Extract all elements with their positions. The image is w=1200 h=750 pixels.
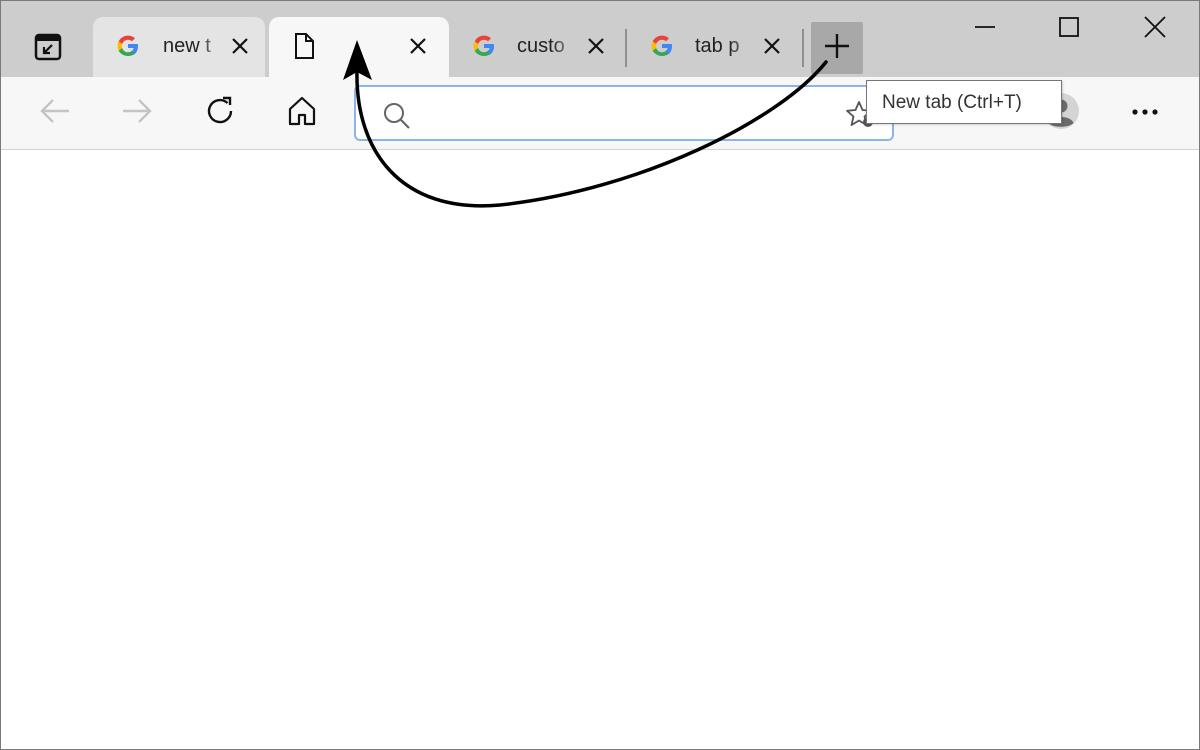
close-icon[interactable]: [581, 31, 611, 61]
forward-arrow-icon: [121, 97, 153, 130]
maximize-icon: [1058, 16, 1080, 43]
more-options-button[interactable]: [1123, 91, 1167, 135]
address-input[interactable]: [420, 97, 824, 131]
tab-strip: new t custo tab p: [1, 1, 1199, 77]
tab-tab-p[interactable]: tab p: [631, 17, 799, 77]
tab-title-fade: [551, 27, 581, 67]
tab-separator: [625, 29, 627, 67]
refresh-icon: [203, 94, 237, 133]
back-button[interactable]: [33, 91, 77, 135]
back-arrow-icon: [39, 97, 71, 130]
search-icon: [382, 101, 412, 136]
more-options-icon: [1130, 104, 1160, 122]
google-g-icon: [113, 31, 143, 61]
minimize-icon: [974, 16, 996, 43]
home-button[interactable]: [280, 91, 324, 135]
close-icon[interactable]: [403, 31, 433, 61]
google-g-icon: [647, 31, 677, 61]
close-icon[interactable]: [757, 31, 787, 61]
new-tab-plus-icon: [823, 32, 851, 65]
tab-active-blank[interactable]: [269, 17, 449, 77]
close-window-icon: [1143, 15, 1167, 44]
new-tab-tooltip: New tab (Ctrl+T): [866, 80, 1062, 124]
close-window-button[interactable]: [1133, 11, 1177, 47]
google-g-icon: [469, 31, 499, 61]
forward-button[interactable]: [115, 91, 159, 135]
tab-custo[interactable]: custo: [453, 17, 621, 77]
close-icon[interactable]: [225, 31, 255, 61]
maximize-button[interactable]: [1047, 11, 1091, 47]
blank-page-icon: [289, 31, 319, 61]
minimize-button[interactable]: [963, 11, 1007, 47]
tab-actions-icon: [34, 33, 62, 66]
tab-actions-button[interactable]: [19, 21, 77, 77]
tab-title-fade: [729, 27, 759, 67]
new-tab-button[interactable]: [811, 22, 863, 74]
address-bar[interactable]: [354, 85, 894, 141]
refresh-button[interactable]: [198, 91, 242, 135]
tab-new-t[interactable]: new t: [93, 17, 265, 77]
tab-separator: [802, 29, 804, 67]
home-icon: [286, 95, 318, 132]
page-content: [1, 150, 1199, 749]
